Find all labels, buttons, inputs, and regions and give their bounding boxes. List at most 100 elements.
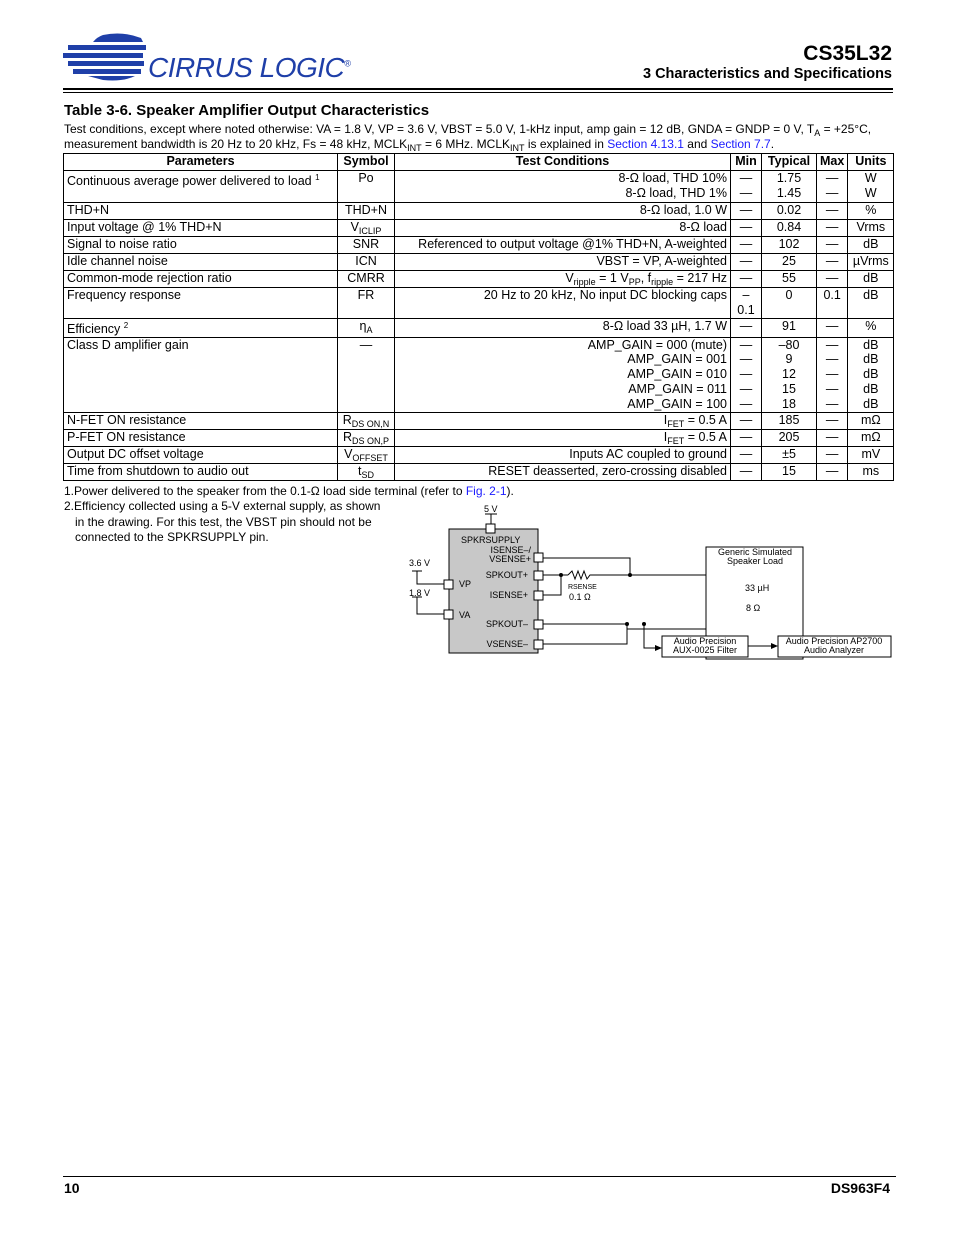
conditions-cell: Referenced to output voltage @1% THD+N, …: [394, 236, 731, 254]
symbol-cell: tSD: [337, 462, 395, 481]
max-cell: —: [815, 317, 849, 338]
column-header: Test Conditions: [394, 153, 731, 171]
typical-cell: 0: [761, 287, 817, 319]
units-cell: ms: [847, 462, 895, 481]
parameter-cell: Output DC offset voltage: [63, 445, 338, 464]
units-cell: dB: [847, 270, 895, 288]
units-cell: mΩ: [847, 428, 895, 447]
min-cell: —: [730, 428, 762, 447]
max-cell: —: [815, 462, 849, 481]
conditions-cell: RESET deasserted, zero-crossing disabled: [394, 462, 731, 481]
document-number: DS963F4: [830, 1180, 890, 1196]
pin-spkrsupply: SPKRSUPPLY: [461, 535, 520, 545]
max-cell: —: [815, 428, 849, 447]
conditions-cell: 8-Ω load, THD 10% 8-Ω load, THD 1%: [394, 170, 731, 203]
min-cell: —: [730, 253, 762, 271]
typical-cell: 91: [761, 317, 817, 338]
conditions-cell: IFET = 0.5 A: [394, 411, 731, 430]
document-id: CS35L32: [803, 42, 892, 65]
max-cell: 0.1: [815, 287, 849, 319]
min-cell: —: [730, 445, 762, 464]
conditions-cell: 8-Ω load: [394, 219, 731, 237]
page-number: 10: [64, 1180, 80, 1196]
conditions-cell: AMP_GAIN = 000 (mute) AMP_GAIN = 001 AMP_G…: [394, 336, 731, 413]
column-header: Parameters: [63, 153, 338, 171]
min-cell: —: [730, 462, 762, 481]
max-cell: —: [815, 270, 849, 288]
conditions-cell: 8-Ω load 33 µH, 1.7 W: [394, 317, 731, 338]
symbol-cell: VICLIP: [337, 219, 395, 237]
typical-cell: 205: [761, 428, 817, 447]
parameter-cell: P-FET ON resistance: [63, 428, 338, 447]
symbol-cell: FR: [337, 287, 395, 319]
label-3-6v: 3.6 V: [409, 558, 430, 568]
symbol-cell: SNR: [337, 236, 395, 254]
typical-cell: 0.84: [761, 219, 817, 237]
table-row: Input voltage @ 1% THD+N VICLIP 8-Ω load —0…: [63, 219, 895, 237]
pin-isense-plus: ISENSE+: [490, 590, 528, 600]
typical-cell: –80 9 12 15 18: [761, 336, 817, 413]
cirrus-logo-text: CIRRUS LOGIC®: [148, 52, 351, 83]
load-title-2: Speaker Load: [727, 556, 783, 566]
table-row: N-FET ON resistance RDS ON,N IFET = 0.5 A —…: [63, 411, 895, 430]
min-cell: —: [730, 202, 762, 220]
conditions-cell: IFET = 0.5 A: [394, 428, 731, 447]
symbol-cell: Po: [337, 170, 395, 203]
symbol-cell: VOFFSET: [337, 445, 395, 464]
typical-cell: 185: [761, 411, 817, 430]
symbol-cell: THD+N: [337, 202, 395, 220]
analyzer-label-2: Audio Analyzer: [804, 645, 864, 655]
test-conditions-line2: measurement bandwidth is 20 Hz to 20 kHz…: [64, 137, 775, 153]
pin-vsense-plus: VSENSE+: [489, 554, 531, 564]
max-cell: —: [815, 236, 849, 254]
conditions-cell: VBST = VP, A-weighted: [394, 253, 731, 271]
column-header: Typical: [761, 153, 817, 171]
min-cell: —: [730, 219, 762, 237]
table-title: Table 3-6. Speaker Amplifier Output Char…: [64, 102, 430, 119]
units-cell: WW: [847, 170, 895, 203]
units-cell: %: [847, 317, 895, 338]
min-cell: —: [730, 317, 762, 338]
table-row: Frequency response FR 20 Hz to 20 kHz, No …: [63, 287, 895, 319]
typical-cell: 102: [761, 236, 817, 254]
units-cell: dB dB dB dB dB: [847, 336, 895, 413]
rsense-label: RSENSE: [568, 584, 597, 591]
fig-2-1-link[interactable]: Fig. 2-1: [466, 484, 507, 498]
conditions-cell: 20 Hz to 20 kHz, No input DC blocking ca…: [394, 287, 731, 319]
max-cell: —: [815, 445, 849, 464]
units-cell: mΩ: [847, 411, 895, 430]
units-cell: µVrms: [847, 253, 895, 271]
parameter-cell: Time from shutdown to audio out: [63, 462, 338, 481]
symbol-cell: —: [337, 336, 395, 413]
column-header: Max: [815, 153, 849, 171]
pin-vp: VP: [459, 579, 471, 589]
typical-cell: 0.02: [761, 202, 817, 220]
units-cell: dB: [847, 287, 895, 319]
table-row: Output DC offset voltage VOFFSET Inputs AC…: [63, 445, 895, 464]
parameter-cell: N-FET ON resistance: [63, 411, 338, 430]
max-cell: —: [815, 253, 849, 271]
max-cell: —: [815, 202, 849, 220]
symbol-cell: CMRR: [337, 270, 395, 288]
typical-cell: 25: [761, 253, 817, 271]
section-4-13-1-link[interactable]: Section 4.13.1: [607, 137, 684, 151]
footnote-2: 2.Efficiency collected using a 5-V exter…: [64, 499, 381, 544]
table-row: THD+N THD+N 8-Ω load, 1.0 W —0.02—%: [63, 202, 895, 220]
table-row: Continuous average power delivered to lo…: [63, 170, 895, 203]
table-row: Signal to noise ratio SNR Referenced to ou…: [63, 236, 895, 254]
page: CIRRUS LOGIC® CS35L32 3 Characteristics …: [0, 0, 954, 1235]
typical-cell: 1.75 1.45: [761, 170, 817, 203]
efficiency-test-diagram: 5 V 3.6 V 1.8 V SPKRSUPPLY ISENSE–/ VSEN…: [409, 504, 892, 660]
section-title: 3 Characteristics and Specifications: [642, 66, 892, 82]
pin-va: VA: [459, 610, 470, 620]
label-1-8v: 1.8 V: [409, 588, 430, 598]
conditions-cell: Vripple = 1 VPP, fripple = 217 Hz: [394, 270, 731, 288]
symbol-cell: RDS ON,N: [337, 411, 395, 430]
units-cell: dB: [847, 236, 895, 254]
section-7-7-link[interactable]: Section 7.7: [711, 137, 771, 151]
pin-vsense-minus: VSENSE–: [486, 639, 528, 649]
cirrus-logo-mark: [63, 33, 146, 81]
parameter-cell: Common-mode rejection ratio: [63, 270, 338, 288]
table-row: Common-mode rejection ratio CMRR Vripple =…: [63, 270, 895, 288]
spec-table: Parameters Symbol Test Conditions Min Typica…: [63, 153, 895, 481]
